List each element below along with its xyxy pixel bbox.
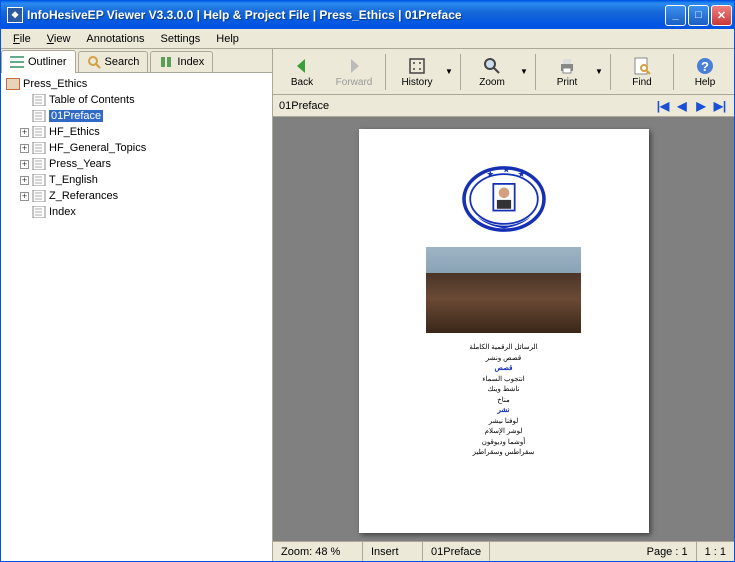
- tab-outliner-label: Outliner: [28, 56, 67, 68]
- svg-text:★: ★: [502, 164, 510, 174]
- status-page: Page : 1: [639, 542, 697, 561]
- right-pane: Back Forward History ▼ Zoom ▼ Print: [273, 49, 734, 561]
- emblem-image: ★ ★ ★: [459, 159, 549, 239]
- page-icon: [32, 94, 46, 106]
- tab-index[interactable]: Index: [150, 51, 213, 72]
- app-icon: ❖: [7, 7, 23, 23]
- page-icon: [32, 158, 46, 170]
- back-icon: [292, 56, 312, 76]
- menu-file[interactable]: File: [5, 31, 39, 47]
- breadcrumb: 01Preface: [279, 100, 655, 112]
- status-ratio: 1 : 1: [697, 542, 734, 561]
- tree-item[interactable]: + T_English: [4, 172, 269, 188]
- zoom-icon: [482, 56, 502, 76]
- menu-view[interactable]: View: [39, 31, 79, 47]
- statusbar: Zoom: 48 % Insert 01Preface Page : 1 1 :…: [273, 541, 734, 561]
- document-page: ★ ★ ★ الرسائل الرقمية الكاملة قصص ونشر ق…: [359, 129, 649, 533]
- minimize-button[interactable]: _: [665, 5, 686, 26]
- tree-item[interactable]: + Press_Years: [4, 156, 269, 172]
- tree-item[interactable]: Table of Contents: [4, 92, 269, 108]
- print-button[interactable]: Print: [542, 52, 592, 92]
- tree-item-label: Press_Years: [49, 158, 111, 170]
- zoom-button[interactable]: Zoom: [467, 52, 517, 92]
- menubar: File View Annotations Settings Help: [1, 29, 734, 49]
- zoom-dropdown[interactable]: ▼: [519, 67, 529, 76]
- tree-item-label: Index: [49, 206, 76, 218]
- index-icon: [159, 55, 173, 69]
- print-dropdown[interactable]: ▼: [594, 67, 604, 76]
- titlebar: ❖ InfoHesiveEP Viewer V3.3.0.0 | Help & …: [1, 1, 734, 29]
- breadcrumb-bar: 01Preface |◀ ◀ ▶ ▶|: [273, 95, 734, 117]
- nav-last[interactable]: ▶|: [712, 98, 728, 114]
- close-button[interactable]: ✕: [711, 5, 732, 26]
- svg-text:★: ★: [517, 169, 525, 179]
- outliner-icon: [10, 55, 24, 69]
- tree-item[interactable]: + HF_Ethics: [4, 124, 269, 140]
- menu-help[interactable]: Help: [208, 31, 247, 47]
- help-button[interactable]: ? Help: [680, 52, 730, 92]
- forward-button: Forward: [329, 52, 379, 92]
- help-icon: ?: [695, 56, 715, 76]
- print-icon: [557, 56, 577, 76]
- menu-settings[interactable]: Settings: [153, 31, 209, 47]
- nav-first[interactable]: |◀: [655, 98, 671, 114]
- tree-item[interactable]: + Z_Referances: [4, 188, 269, 204]
- history-dropdown[interactable]: ▼: [444, 67, 454, 76]
- expander-icon[interactable]: +: [20, 192, 29, 201]
- tab-index-label: Index: [177, 56, 204, 68]
- page-icon: [32, 142, 46, 154]
- left-pane: Outliner Search Index Press_Ethics Table…: [1, 49, 273, 561]
- toolbar: Back Forward History ▼ Zoom ▼ Print: [273, 49, 734, 95]
- tree-item-label: T_English: [49, 174, 98, 186]
- tree-root[interactable]: Press_Ethics: [4, 76, 269, 92]
- window-title: InfoHesiveEP Viewer V3.3.0.0 | Help & Pr…: [27, 8, 665, 22]
- status-mode: Insert: [363, 542, 423, 561]
- status-doc: 01Preface: [423, 542, 490, 561]
- back-button[interactable]: Back: [277, 52, 327, 92]
- nav-prev[interactable]: ◀: [674, 98, 690, 114]
- expander-icon[interactable]: +: [20, 160, 29, 169]
- document-area[interactable]: ★ ★ ★ الرسائل الرقمية الكاملة قصص ونشر ق…: [273, 117, 734, 541]
- tab-search[interactable]: Search: [78, 51, 149, 72]
- menu-annotations[interactable]: Annotations: [78, 31, 152, 47]
- nav-next[interactable]: ▶: [693, 98, 709, 114]
- expander-icon[interactable]: +: [20, 144, 29, 153]
- page-icon: [32, 190, 46, 202]
- tree-item[interactable]: 01Preface: [4, 108, 269, 124]
- tree-item[interactable]: + HF_General_Topics: [4, 140, 269, 156]
- tab-outliner[interactable]: Outliner: [1, 50, 76, 73]
- expander-icon[interactable]: +: [20, 128, 29, 137]
- tab-search-label: Search: [105, 56, 140, 68]
- find-button[interactable]: Find: [617, 52, 667, 92]
- find-icon: [632, 56, 652, 76]
- tree-item-label: Z_Referances: [49, 190, 118, 202]
- svg-text:?: ?: [701, 59, 709, 74]
- page-icon: [32, 174, 46, 186]
- tree-item[interactable]: Index: [4, 204, 269, 220]
- book-icon: [6, 78, 20, 90]
- history-icon: [407, 56, 427, 76]
- history-button[interactable]: History: [392, 52, 442, 92]
- maximize-button[interactable]: □: [688, 5, 709, 26]
- expander-icon[interactable]: +: [20, 176, 29, 185]
- tree-item-label: 01Preface: [49, 110, 103, 122]
- page-text: الرسائل الرقمية الكاملة قصص ونشر قصص انت…: [469, 343, 537, 459]
- page-icon: [32, 126, 46, 138]
- tree-item-label: Table of Contents: [49, 94, 135, 106]
- page-icon: [32, 206, 46, 218]
- books-photo: [426, 247, 581, 333]
- tree-root-label: Press_Ethics: [23, 78, 87, 90]
- forward-icon: [344, 56, 364, 76]
- tree-view[interactable]: Press_Ethics Table of Contents 01Preface +…: [1, 73, 272, 561]
- status-zoom: Zoom: 48 %: [273, 542, 363, 561]
- page-icon: [32, 110, 46, 122]
- sidebar-tabs: Outliner Search Index: [1, 49, 272, 73]
- search-icon: [87, 55, 101, 69]
- tree-item-label: HF_General_Topics: [49, 142, 146, 154]
- svg-text:★: ★: [486, 169, 494, 179]
- tree-item-label: HF_Ethics: [49, 126, 100, 138]
